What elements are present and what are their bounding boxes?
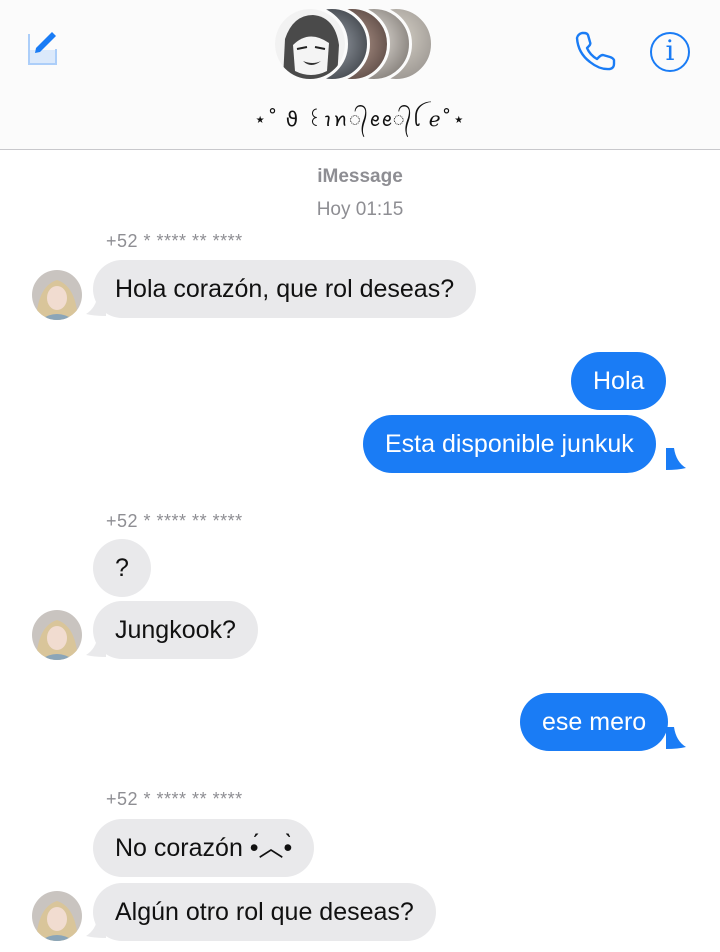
message-bubble[interactable]: No corazón •́︿•̀ (93, 819, 315, 877)
group-avatar (272, 6, 348, 82)
sender-avatar[interactable] (32, 270, 82, 320)
message-bubble[interactable]: Hola corazón, que rol deseas? (93, 260, 477, 318)
blonde-avatar-icon (32, 270, 82, 320)
blonde-avatar-icon (32, 891, 82, 941)
sender-avatar[interactable] (32, 610, 82, 660)
group-avatars[interactable] (270, 6, 450, 86)
sender-label: +52 * **** ** **** (106, 511, 243, 531)
group-name[interactable]: ⋆˚ ϑ ꒰ꪱꪀ᭄ꫀꫀ᭄ꪶ ℯ˚⋆ (0, 100, 720, 142)
info-button[interactable]: i (650, 32, 690, 72)
timestamp: Hoy 01:15 (316, 199, 404, 220)
bubble-tail (666, 727, 686, 749)
blonde-avatar-icon (32, 610, 82, 660)
message-bubble[interactable]: Esta disponible junkuk (363, 415, 656, 473)
anime-avatar-icon (275, 9, 345, 79)
conversation-header: i ⋆˚ ϑ ꒰ꪱꪀ᭄ꫀꫀ᭄ꪶ ℯ˚⋆ (0, 0, 720, 150)
message-bubble[interactable]: ese mero (520, 693, 669, 751)
message-bubble[interactable]: ? (93, 539, 151, 597)
message-bubble[interactable]: Hola (571, 352, 667, 410)
service-label: iMessage (317, 166, 403, 187)
bubble-tail (666, 448, 686, 470)
sender-label: +52 * **** ** **** (106, 231, 243, 251)
sender-avatar[interactable] (32, 891, 82, 941)
message-bubble[interactable]: Algún otro rol que deseas? (93, 883, 436, 941)
sender-label: +52 * **** ** **** (106, 789, 243, 809)
phone-icon[interactable] (572, 28, 618, 74)
message-bubble[interactable]: Jungkook? (93, 601, 258, 659)
compose-icon[interactable] (26, 24, 60, 68)
